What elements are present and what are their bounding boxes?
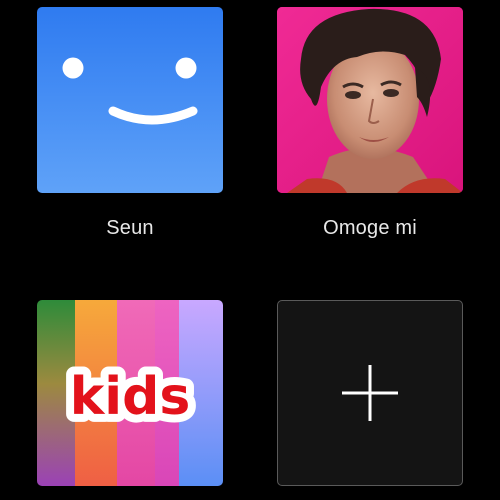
profile-name-label: Seun [106, 217, 154, 239]
smiley-face-icon [62, 57, 198, 125]
add-profile-plus-icon [342, 365, 398, 421]
portrait-photo-avatar[interactable] [277, 7, 463, 193]
portrait-photo-image [277, 7, 463, 193]
smiley-avatar[interactable] [37, 7, 223, 193]
kids-avatar[interactable]: kids kids [37, 300, 223, 486]
kids-logo-image: kids kids [37, 300, 223, 486]
profile-selection-screen: Seun Omoge mi kids kids [0, 0, 500, 500]
kids-logo-text: kids [70, 367, 191, 427]
add-profile-button[interactable] [277, 300, 463, 486]
profile-name-label: Omoge mi [323, 217, 417, 239]
